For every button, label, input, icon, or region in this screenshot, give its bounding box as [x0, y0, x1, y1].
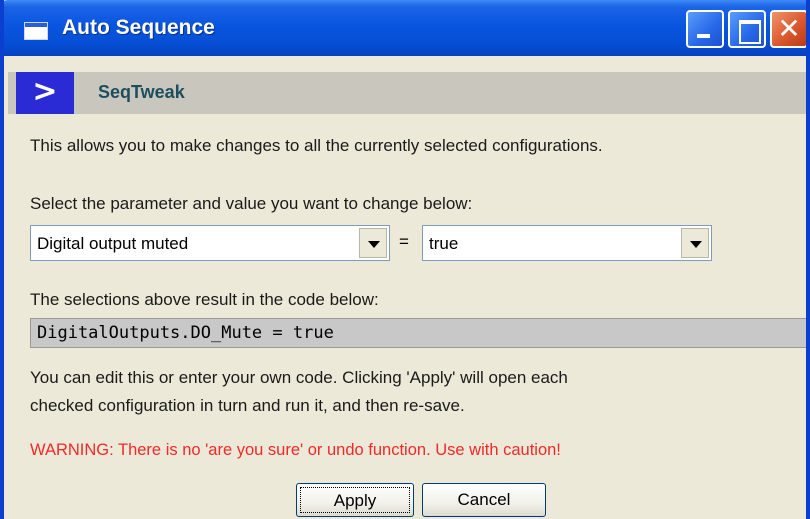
- apply-button[interactable]: Apply: [296, 483, 414, 517]
- warning-text: WARNING: There is no 'are you sure' or u…: [30, 441, 561, 459]
- edit-note-line-1: You can edit this or enter your own code…: [30, 368, 568, 387]
- parameter-select[interactable]: Digital output muted: [30, 225, 390, 261]
- minimize-button[interactable]: [686, 10, 724, 48]
- cancel-button[interactable]: Cancel: [422, 483, 546, 517]
- code-text: DigitalOutputs.DO_Mute = true: [37, 323, 334, 343]
- close-icon: ✕: [777, 12, 801, 45]
- title-bar[interactable]: Auto Sequence ✕: [4, 0, 806, 56]
- edit-note-line-2: checked configuration in turn and run it…: [30, 396, 465, 415]
- value-select-value: true: [429, 234, 459, 253]
- code-field[interactable]: DigitalOutputs.DO_Mute = true: [30, 318, 806, 348]
- chevron-down-icon[interactable]: [359, 228, 387, 258]
- parameter-select-value: Digital output muted: [37, 234, 189, 253]
- chevron-down-icon[interactable]: [681, 228, 709, 258]
- apply-button-label: Apply: [300, 487, 410, 513]
- equals-sign: =: [399, 232, 409, 251]
- select-prompt: Select the parameter and value you want …: [30, 194, 473, 213]
- arrow-icon: >: [16, 72, 74, 114]
- header-label: SeqTweak: [98, 82, 185, 102]
- maximize-button[interactable]: [728, 10, 766, 48]
- result-prompt: The selections above result in the code …: [30, 290, 379, 309]
- window-title: Auto Sequence: [62, 16, 215, 39]
- intro-text: This allows you to make changes to all t…: [30, 136, 603, 155]
- value-select[interactable]: true: [422, 225, 712, 261]
- close-button[interactable]: ✕: [770, 10, 806, 48]
- dialog-window: Auto Sequence ✕ > SeqTweak This allows y…: [0, 0, 810, 519]
- window-icon: [24, 22, 48, 40]
